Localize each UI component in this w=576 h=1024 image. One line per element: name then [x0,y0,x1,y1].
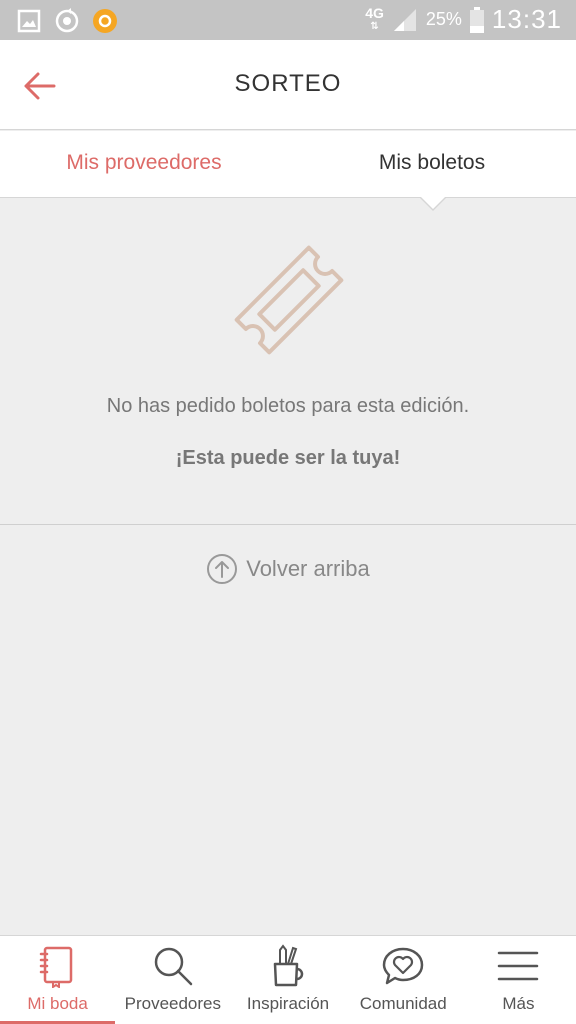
bottom-navigation: Mi boda Proveedores Inspiración Comunida… [0,935,576,1024]
back-to-top-link[interactable]: Volver arriba [0,553,576,585]
arrow-up-circle-icon [207,554,238,584]
back-to-top-label: Volver arriba [246,556,370,581]
empty-state: No has pedido boletos para esta edición.… [0,199,576,525]
sync-icon [55,8,79,33]
ticket-icon [234,245,344,355]
nav-item-mi-boda[interactable]: Mi boda [0,936,116,1024]
nav-label-inspiracion: Inspiración [246,994,330,1013]
empty-cta-text: ¡Esta puede ser la tuya! [175,447,401,469]
nav-item-proveedores[interactable]: Proveedores [115,936,230,1024]
system-indicators: 4G ⇅ 25% 13:31 [365,4,562,35]
nav-item-inspiracion[interactable]: Inspiración [230,936,345,1024]
nav-label-proveedores: Proveedores [124,994,221,1013]
notification-icons [16,8,118,34]
empty-message: No has pedido boletos para esta edición. [106,395,470,417]
heart-chat-icon [382,947,424,985]
menu-icon [498,951,539,981]
page-title: SORTEO [234,70,342,97]
battery-icon [469,6,484,33]
gallery-icon [17,9,41,33]
nav-item-mas[interactable]: Más [461,936,576,1024]
tab-mis-boletos[interactable]: Mis boletos [288,131,576,197]
notebook-icon [39,946,72,988]
nav-label-mi-boda: Mi boda [27,994,88,1013]
tab-bar: Mis proveedores Mis boletos [0,131,576,198]
app-notification-icon [93,9,117,33]
nav-label-mas: Más [502,994,535,1013]
nav-label-comunidad: Comunidad [359,994,447,1013]
nav-item-comunidad[interactable]: Comunidad [346,936,461,1024]
network-type: 4G ⇅ [365,4,384,32]
clock: 13:31 [491,4,562,34]
app-bar: SORTEO [0,40,576,130]
signal-icon [393,8,416,31]
tab-mis-proveedores[interactable]: Mis proveedores [0,131,288,197]
status-bar: 4G ⇅ 25% 13:31 [0,0,576,40]
search-icon [154,947,193,986]
pencil-cup-icon [273,944,304,987]
battery-percentage: 25% [425,9,462,29]
